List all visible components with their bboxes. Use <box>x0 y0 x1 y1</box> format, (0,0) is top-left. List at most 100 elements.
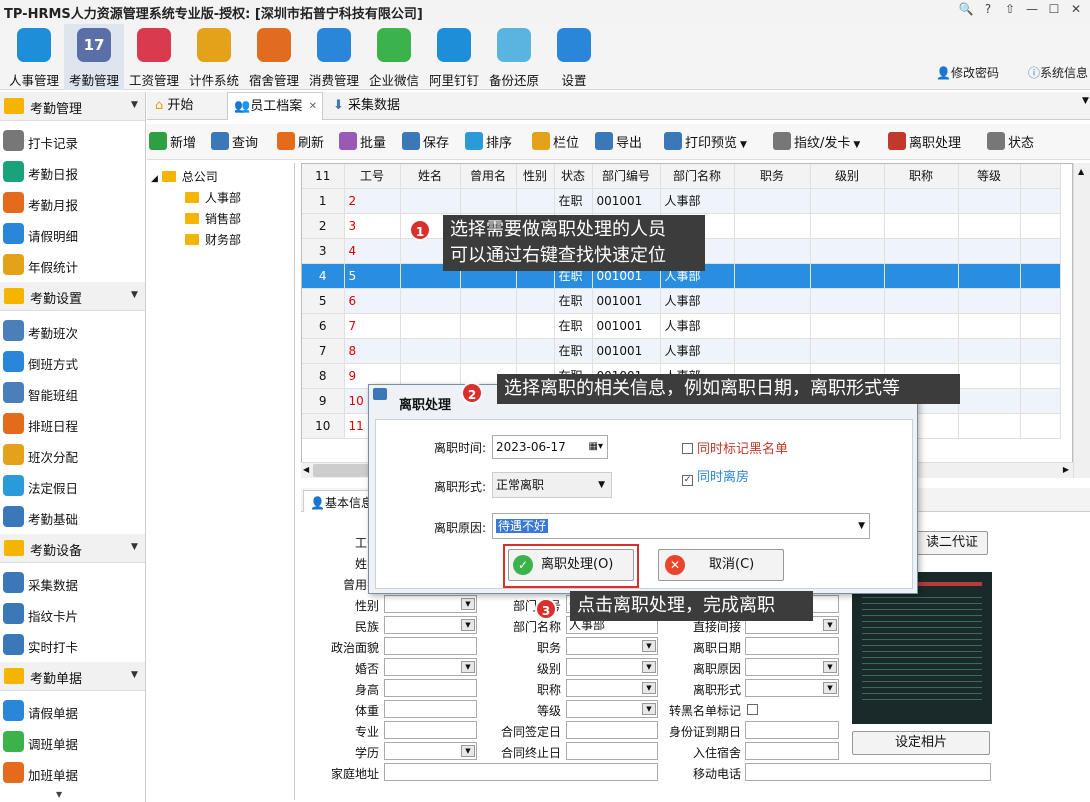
chevron-down-icon[interactable]: ▼ <box>642 703 656 715</box>
sidebar-item[interactable]: 加班单据 <box>0 757 145 788</box>
table-cell[interactable] <box>958 313 1021 339</box>
form-field[interactable]: ▼ <box>384 658 477 676</box>
chevron-down-icon[interactable]: ▼ <box>461 661 475 673</box>
blacklist-checkbox[interactable]: 同时标记黑名单 <box>682 438 788 457</box>
column-header[interactable]: 职务 <box>734 164 811 189</box>
resign-reason-combo[interactable]: 待遇不好 ▼ <box>492 513 870 539</box>
column-header[interactable]: 职称 <box>884 164 959 189</box>
table-cell[interactable] <box>734 288 811 314</box>
table-cell[interactable] <box>516 313 555 339</box>
module-gear[interactable]: 设置 <box>544 24 604 90</box>
sidebar-item[interactable]: 排班日程 <box>0 408 145 439</box>
toolbar-sort-button[interactable]: 排序 <box>465 132 512 151</box>
chevron-down-icon[interactable]: ▼ <box>642 661 656 673</box>
table-cell[interactable]: 人事部 <box>660 338 735 364</box>
table-cell[interactable]: 4 <box>344 238 401 264</box>
table-cell[interactable] <box>516 338 555 364</box>
table-cell[interactable] <box>1020 338 1061 364</box>
column-header[interactable]: 部门编号 <box>592 164 661 189</box>
column-header[interactable]: 等级 <box>958 164 1021 189</box>
sidebar-item[interactable]: 调班单据 <box>0 726 145 757</box>
column-header[interactable]: 姓名 <box>400 164 461 189</box>
toolbar-refresh-button[interactable]: 刷新 <box>277 132 324 151</box>
tab-close-icon[interactable]: ✕ <box>309 93 317 121</box>
table-cell[interactable] <box>460 288 517 314</box>
table-cell[interactable] <box>810 238 885 264</box>
toolbar-search-button[interactable]: 查询 <box>211 132 258 151</box>
toolbar-save-button[interactable]: 保存 <box>402 132 449 151</box>
module-house[interactable]: 宿舍管理 <box>244 24 304 90</box>
chevron-down-icon[interactable]: ▼ <box>823 619 837 631</box>
table-cell[interactable] <box>884 188 959 214</box>
table-cell[interactable]: 5 <box>302 288 345 314</box>
table-cell[interactable]: 3 <box>344 213 401 239</box>
table-cell[interactable] <box>810 338 885 364</box>
chevron-down-icon[interactable]: ▼ <box>461 598 475 610</box>
table-cell[interactable] <box>810 288 885 314</box>
table-cell[interactable] <box>1020 413 1061 439</box>
toolbar-columns-button[interactable]: 栏位 <box>532 132 579 151</box>
table-cell[interactable]: 4 <box>302 263 345 289</box>
chevron-down-icon[interactable]: ▼ <box>740 140 747 150</box>
table-cell[interactable] <box>1020 213 1061 239</box>
table-cell[interactable] <box>884 288 959 314</box>
table-cell[interactable] <box>810 188 885 214</box>
table-cell[interactable] <box>958 263 1021 289</box>
help-icon[interactable]: ? <box>980 2 996 20</box>
table-cell[interactable] <box>958 188 1021 214</box>
sidebar-item[interactable]: 考勤月报 <box>0 187 145 218</box>
pin-icon[interactable]: ⇧ <box>1002 2 1018 20</box>
table-cell[interactable] <box>400 288 461 314</box>
sidebar-item[interactable]: 实时打卡 <box>0 629 145 660</box>
chevron-down-icon[interactable]: ▼ <box>853 140 860 150</box>
table-cell[interactable] <box>734 338 811 364</box>
system-info-link[interactable]: ⓘ系统信息 <box>1028 64 1088 81</box>
table-cell[interactable] <box>734 213 811 239</box>
table-cell[interactable] <box>884 213 959 239</box>
table-cell[interactable]: 9 <box>302 388 345 414</box>
table-cell[interactable] <box>810 213 885 239</box>
table-cell[interactable]: 001001 <box>592 188 661 214</box>
chevron-down-icon[interactable]: ▼ <box>823 682 837 694</box>
table-row[interactable]: 1 2 在职 001001 人事部 <box>302 188 1061 214</box>
sidebar-item[interactable]: 采集数据 <box>0 567 145 598</box>
table-cell[interactable] <box>516 188 555 214</box>
sidebar-item[interactable]: 智能班组 <box>0 377 145 408</box>
table-cell[interactable] <box>958 238 1021 264</box>
table-cell[interactable] <box>958 288 1021 314</box>
toolbar-export-button[interactable]: 导出 <box>595 132 642 151</box>
form-field[interactable] <box>566 721 658 739</box>
table-cell[interactable] <box>1020 238 1061 264</box>
form-field[interactable]: ▼ <box>566 658 658 676</box>
grid-vertical-scrollbar[interactable]: ▲ <box>1073 163 1090 478</box>
module-dingtalk[interactable]: 阿里钉钉 <box>424 24 484 90</box>
column-header[interactable]: 部门名称 <box>660 164 735 189</box>
calendar-dropdown-icon[interactable]: ▦▾ <box>589 436 603 458</box>
sidebar-group[interactable]: 考勤设置 ▼ <box>0 282 145 311</box>
sidebar-item[interactable]: 法定假日 <box>0 470 145 501</box>
sidebar-item[interactable]: 考勤基础 <box>0 501 145 532</box>
resign-ok-button[interactable]: ✓ 离职处理(O) <box>508 549 634 581</box>
module-wechat[interactable]: 企业微信 <box>364 24 424 90</box>
resign-date-picker[interactable]: 2023-06-17 ▦▾ <box>492 435 608 459</box>
form-field[interactable] <box>384 721 477 739</box>
chevron-down-icon[interactable]: ▼ <box>131 290 138 300</box>
table-cell[interactable]: 2 <box>302 213 345 239</box>
chevron-down-icon[interactable]: ▼ <box>858 514 865 538</box>
form-field[interactable]: ▼ <box>384 616 477 634</box>
maximize-button[interactable]: ☐ <box>1046 2 1062 20</box>
table-cell[interactable] <box>400 313 461 339</box>
table-cell[interactable] <box>1020 263 1061 289</box>
table-cell[interactable]: 2 <box>344 188 401 214</box>
scroll-left-icon[interactable]: ◀ <box>303 465 309 474</box>
checkbox-icon[interactable] <box>682 443 693 454</box>
form-field[interactable] <box>745 721 839 739</box>
sidebar-item[interactable]: 请假单据 <box>0 695 145 726</box>
table-cell[interactable] <box>734 313 811 339</box>
toolbar-fingerprint-button[interactable]: 指纹/发卡 ▼ <box>773 132 860 151</box>
chevron-down-icon[interactable]: ▼ <box>642 640 656 652</box>
form-field[interactable]: ▼ <box>384 742 477 760</box>
close-button[interactable]: ✕ <box>1068 2 1084 20</box>
checkbox-icon[interactable] <box>747 704 758 715</box>
toolbar-print-button[interactable]: 打印预览 ▼ <box>664 132 747 151</box>
